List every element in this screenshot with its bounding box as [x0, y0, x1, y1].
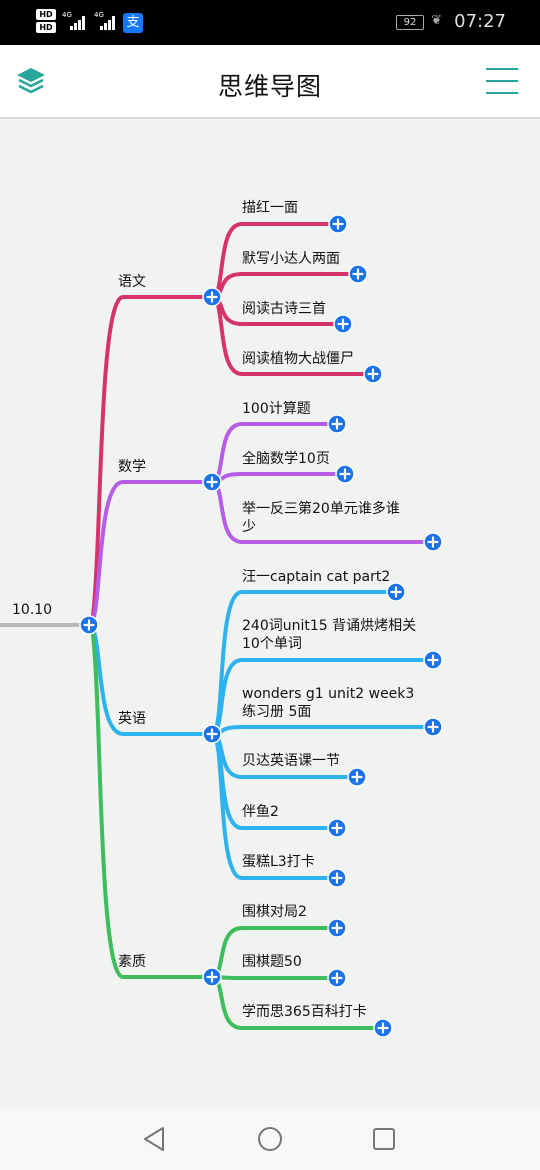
hd-badges: HD HD: [36, 9, 60, 35]
leaf-icon: ❦: [431, 13, 442, 28]
item-line: [210, 472, 347, 484]
item-line: [210, 725, 435, 736]
item-expand-button[interactable]: [423, 532, 443, 552]
hd-badge: HD: [36, 9, 56, 20]
branch-line: [87, 623, 214, 979]
app-header: 思维导图: [0, 45, 540, 119]
branch-expand-button[interactable]: [202, 967, 222, 987]
item-node-label[interactable]: 伴鱼2: [242, 803, 279, 821]
clock: 07:27: [454, 11, 506, 32]
signal-icon: [70, 14, 90, 30]
item-expand-button[interactable]: [373, 1018, 393, 1038]
alipay-icon: 支: [123, 13, 143, 33]
item-expand-button[interactable]: [327, 818, 347, 838]
home-circle-icon[interactable]: [254, 1123, 286, 1155]
branch-expand-button[interactable]: [202, 287, 222, 307]
item-node-label[interactable]: 围棋题50: [242, 953, 302, 971]
item-node-label[interactable]: 240词unit15 背诵烘烤相关 10个单词: [242, 617, 416, 653]
item-node-label[interactable]: 全脑数学10页: [242, 450, 330, 468]
item-node-label[interactable]: 阅读植物大战僵尸: [242, 350, 354, 368]
mindmap-canvas[interactable]: 10.10 语文 描红一面默写小达人两面 阅读古诗三首阅读植物大战僵尸数学 100计算题…: [0, 119, 540, 1109]
item-node-label[interactable]: 贝达英语课一节: [242, 752, 340, 770]
branch-line: [87, 295, 214, 627]
hd-badge: HD: [36, 22, 56, 33]
item-expand-button[interactable]: [347, 767, 367, 787]
branch-node-label[interactable]: 语文: [118, 273, 146, 291]
branch-line: [87, 480, 214, 627]
item-expand-button[interactable]: [423, 650, 443, 670]
page-title: 思维导图: [217, 72, 322, 101]
item-expand-button[interactable]: [327, 868, 347, 888]
item-node-label[interactable]: 默写小达人两面: [242, 250, 340, 268]
item-node-label[interactable]: 描红一面: [242, 199, 298, 217]
item-expand-button[interactable]: [327, 414, 347, 434]
branch-node-label[interactable]: 数学: [118, 458, 146, 476]
item-expand-button[interactable]: [327, 918, 347, 938]
back-triangle-icon[interactable]: [139, 1123, 171, 1155]
item-node-label[interactable]: 举一反三第20单元谁多谁 少: [242, 500, 400, 536]
item-node-label[interactable]: 阅读古诗三首: [242, 300, 326, 318]
item-node-label[interactable]: wonders g1 unit2 week3 练习册 5面: [242, 685, 414, 721]
item-node-label[interactable]: 学而思365百科打卡: [242, 1003, 367, 1021]
item-line: [210, 975, 339, 980]
branch-node-label[interactable]: 素质: [118, 953, 146, 971]
signal-icon: [100, 14, 120, 30]
item-expand-button[interactable]: [328, 214, 348, 234]
branch-expand-button[interactable]: [202, 724, 222, 744]
item-line: [210, 272, 360, 299]
branch-node-label[interactable]: 英语: [118, 710, 146, 728]
nav-bar: [0, 1109, 540, 1170]
item-expand-button[interactable]: [363, 364, 383, 384]
item-node-label[interactable]: 蛋糕L3打卡: [242, 853, 315, 871]
branch-expand-button[interactable]: [202, 472, 222, 492]
item-node-label[interactable]: 汪一captain cat part2: [242, 568, 390, 586]
root-node-label[interactable]: 10.10: [12, 601, 52, 619]
item-expand-button[interactable]: [333, 314, 353, 334]
item-expand-button[interactable]: [423, 717, 443, 737]
item-node-label[interactable]: 100计算题: [242, 400, 311, 418]
item-expand-button[interactable]: [335, 464, 355, 484]
menu-icon[interactable]: [486, 68, 518, 94]
root-expand-button[interactable]: [79, 615, 99, 635]
battery-icon: 92: [396, 15, 424, 30]
status-bar: HD HD 4G 4G 支 92 ❦ 07:27: [0, 0, 540, 45]
item-node-label[interactable]: 围棋对局2: [242, 903, 307, 921]
item-expand-button[interactable]: [327, 968, 347, 988]
recents-square-icon[interactable]: [368, 1123, 400, 1155]
branch-line: [87, 623, 214, 736]
item-expand-button[interactable]: [348, 264, 368, 284]
